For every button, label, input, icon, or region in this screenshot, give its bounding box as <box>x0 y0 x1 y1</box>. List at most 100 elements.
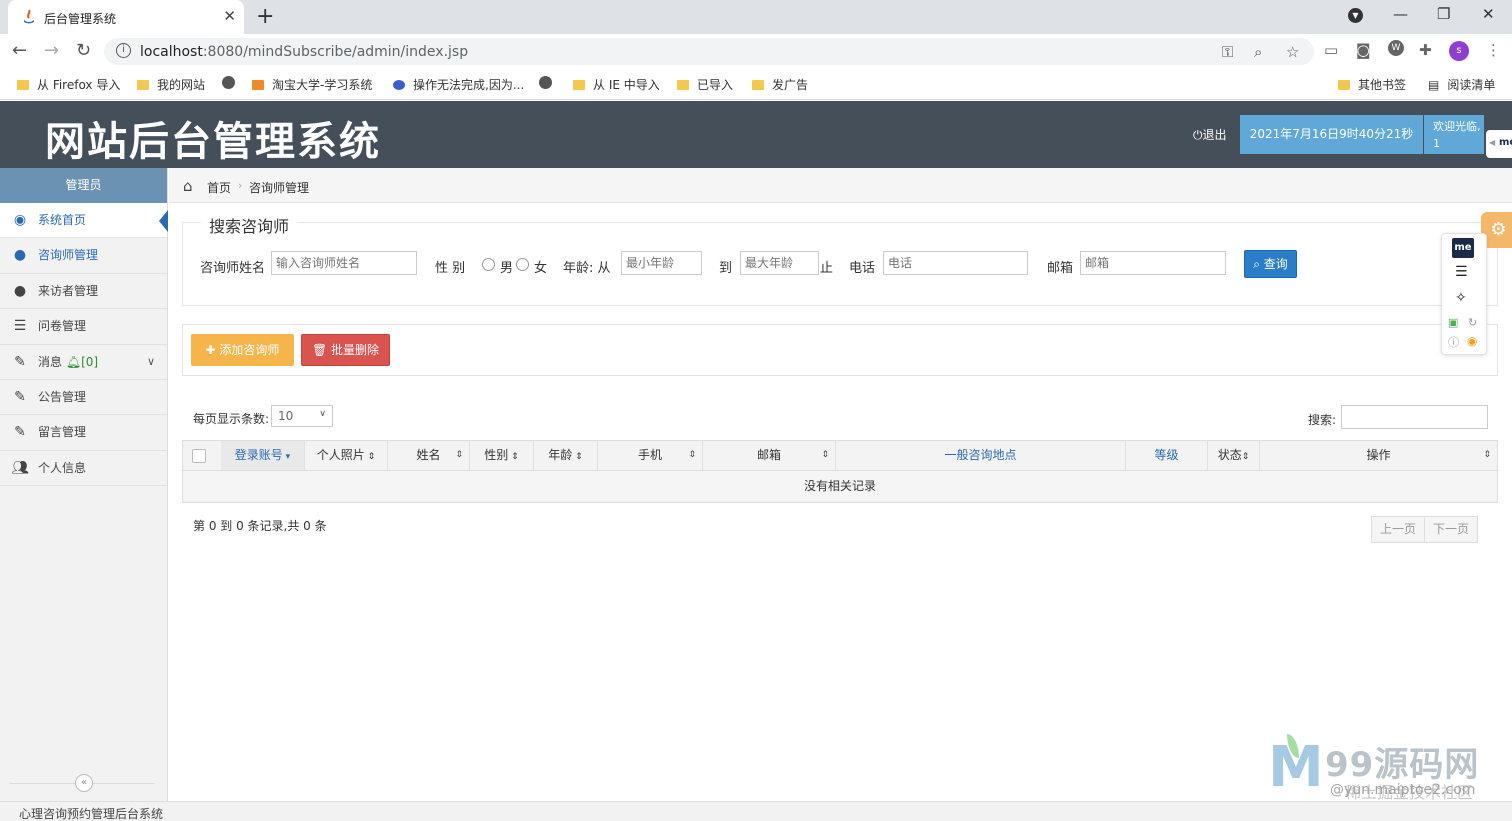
breadcrumb-home[interactable]: 首页 <box>207 179 231 196</box>
max-age-input[interactable] <box>740 251 819 275</box>
close-window-icon[interactable]: ✕ <box>1482 5 1495 23</box>
male-label: 男 <box>500 261 514 276</box>
bookmark-taobao[interactable]: 淘宝大学-学习系统 <box>252 76 372 93</box>
edit-icon: ✎ <box>14 388 26 405</box>
magic-wand-icon[interactable]: ✧ <box>1455 290 1467 306</box>
sidebar-item-label: 问卷管理 <box>38 319 87 334</box>
bookmark-baidu[interactable]: 操作无法完成,因为... <box>393 76 524 93</box>
cast-screen-icon[interactable]: ▣ <box>1448 316 1458 329</box>
sidebar-item-profile[interactable]: 👥︎ 个人信息 <box>0 451 167 487</box>
reload-icon[interactable]: ↻ <box>76 40 91 61</box>
folder-icon <box>573 80 585 90</box>
minimize-icon[interactable]: — <box>1393 5 1408 23</box>
menu-kebab-icon[interactable]: ⋮ <box>1486 41 1501 59</box>
bookmark-firefox[interactable]: 从 Firefox 导入 <box>17 76 120 93</box>
bookmark-other[interactable]: 其他书签 <box>1338 76 1406 93</box>
sort-icon: ⇕ <box>688 450 696 460</box>
edit-icon: ✎ <box>14 424 26 441</box>
folder-icon <box>17 80 29 90</box>
camera-icon[interactable]: ◙ <box>1356 41 1371 59</box>
chevron-down-icon[interactable]: ∨ <box>147 345 155 379</box>
sidebar-item-visitors[interactable]: ● 来访者管理 <box>0 274 167 310</box>
phone-input[interactable] <box>883 251 1028 275</box>
th-account[interactable]: 登录账号 ▾ <box>221 441 305 470</box>
page-size-select[interactable]: 10 ∨ <box>271 405 333 427</box>
th-email[interactable]: 邮箱 ⇕ <box>703 441 836 470</box>
trash-icon: 🗑︎ <box>311 343 332 357</box>
profile-avatar[interactable]: s <box>1449 41 1469 61</box>
refresh-icon[interactable]: ↻ <box>1468 316 1477 329</box>
gender-male-radio[interactable] <box>482 258 495 271</box>
th-status[interactable]: 状态⇕ <box>1208 441 1260 470</box>
th-location[interactable]: 一般咨询地点 <box>836 441 1126 470</box>
taobao-icon <box>252 80 264 90</box>
email-input[interactable] <box>1080 251 1226 275</box>
sidebar-item-home[interactable]: ◉ 系统首页 <box>0 203 168 239</box>
profile-menu-icon[interactable]: ▼ <box>1348 8 1363 23</box>
th-actions[interactable]: 操作 ⇕ <box>1260 441 1497 470</box>
extension-w-icon[interactable]: W <box>1388 40 1404 56</box>
globe-bookmark[interactable] <box>222 76 243 90</box>
sidebar-item-guestbook[interactable]: ✎ 留言管理 <box>0 415 167 451</box>
page-size-label: 每页显示条数: <box>193 412 270 426</box>
next-page-button[interactable]: 下一页 <box>1424 516 1478 543</box>
th-level[interactable]: 等级 <box>1126 441 1208 470</box>
puzzle-icon[interactable]: ✚ <box>1419 41 1432 59</box>
female-label: 女 <box>534 261 548 276</box>
th-photo[interactable]: 个人照片 ⇕ <box>305 441 388 470</box>
sidebar-item-questionnaire[interactable]: ☰ 问卷管理 <box>0 309 167 345</box>
me-extension-tab[interactable]: ◀me <box>1486 130 1512 158</box>
query-button[interactable]: ⌕ 查询 <box>1244 250 1297 278</box>
key-icon[interactable]: ⚿ <box>1222 43 1233 61</box>
th-name[interactable]: 姓名 ⇕ <box>388 441 470 470</box>
min-age-input[interactable] <box>621 251 702 275</box>
site-info-icon[interactable]: i <box>116 43 131 58</box>
th-age[interactable]: 年龄 ⇕ <box>534 441 598 470</box>
folder-icon <box>1338 80 1350 90</box>
select-all-checkbox[interactable] <box>192 449 206 463</box>
message-count-badge: [0] <box>81 354 99 369</box>
batch-delete-button[interactable]: 🗑︎ 批量删除 <box>301 334 390 366</box>
browser-tab[interactable]: 后台管理系统 ✕ <box>8 0 244 34</box>
reading-list[interactable]: ▤ 阅读清单 <box>1428 76 1495 93</box>
edit-icon: ✎ <box>14 353 26 370</box>
hamburger-menu-icon[interactable]: ☰ <box>1455 264 1468 280</box>
gender-female-radio[interactable] <box>516 258 529 271</box>
app-title: 网站后台管理系统 <box>45 118 381 165</box>
bookmark-imported[interactable]: 已导入 <box>677 76 733 93</box>
counselor-name-input[interactable] <box>271 251 417 275</box>
th-gender[interactable]: 性别 ⇕ <box>470 441 534 470</box>
cast-icon[interactable]: ▭ <box>1324 41 1338 59</box>
add-counselor-button[interactable]: ✚ 添加咨询师 <box>191 334 294 366</box>
prev-page-button[interactable]: 上一页 <box>1371 516 1425 543</box>
empty-table-row: 没有相关记录 <box>182 471 1498 503</box>
close-tab-icon[interactable]: ✕ <box>223 7 236 25</box>
bookmark-ie[interactable]: 从 IE 中导入 <box>573 76 660 93</box>
maximize-icon[interactable]: ❐ <box>1437 5 1450 23</box>
eye-icon[interactable]: ◉ <box>1467 334 1477 348</box>
java-icon <box>24 9 34 24</box>
age-end-label: 止 <box>820 261 834 276</box>
power-icon: ⏻ <box>1193 128 1203 142</box>
new-tab-icon[interactable]: + <box>256 4 274 29</box>
back-icon[interactable]: ← <box>12 40 27 61</box>
bookmark-ads[interactable]: 发广告 <box>752 76 808 93</box>
bookmark-mysite[interactable]: 我的网站 <box>137 76 205 93</box>
zoom-icon[interactable]: ⌕ <box>1254 43 1262 61</box>
me-logo-icon[interactable]: me <box>1452 238 1474 258</box>
bookmark-star-icon[interactable]: ☆ <box>1286 43 1299 61</box>
table-search-input[interactable] <box>1341 405 1488 429</box>
logout-link[interactable]: ⏻退出 <box>1193 126 1227 143</box>
address-bar[interactable]: i localhost:8080/mindSubscribe/admin/ind… <box>104 38 1314 65</box>
sidebar-item-announcements[interactable]: ✎ 公告管理 <box>0 380 167 416</box>
globe-bookmark-2[interactable] <box>539 76 560 90</box>
sidebar-item-counselors[interactable]: ● 咨询师管理 <box>0 238 167 274</box>
sort-icon: ⇕ <box>455 450 463 460</box>
sidebar-item-messages[interactable]: ✎ 消息 🔔︎[0] ∨ <box>0 345 167 380</box>
th-mobile[interactable]: 手机 ⇕ <box>598 441 703 470</box>
email-label: 邮箱 <box>1047 261 1074 276</box>
collapse-sidebar-icon[interactable]: « <box>75 774 93 792</box>
bookmarks-bar: 从 Firefox 导入 我的网站 淘宝大学-学习系统 操作无法完成,因为...… <box>0 68 1512 100</box>
forward-icon[interactable]: → <box>44 40 59 61</box>
info-icon[interactable]: ⓘ <box>1448 334 1459 350</box>
